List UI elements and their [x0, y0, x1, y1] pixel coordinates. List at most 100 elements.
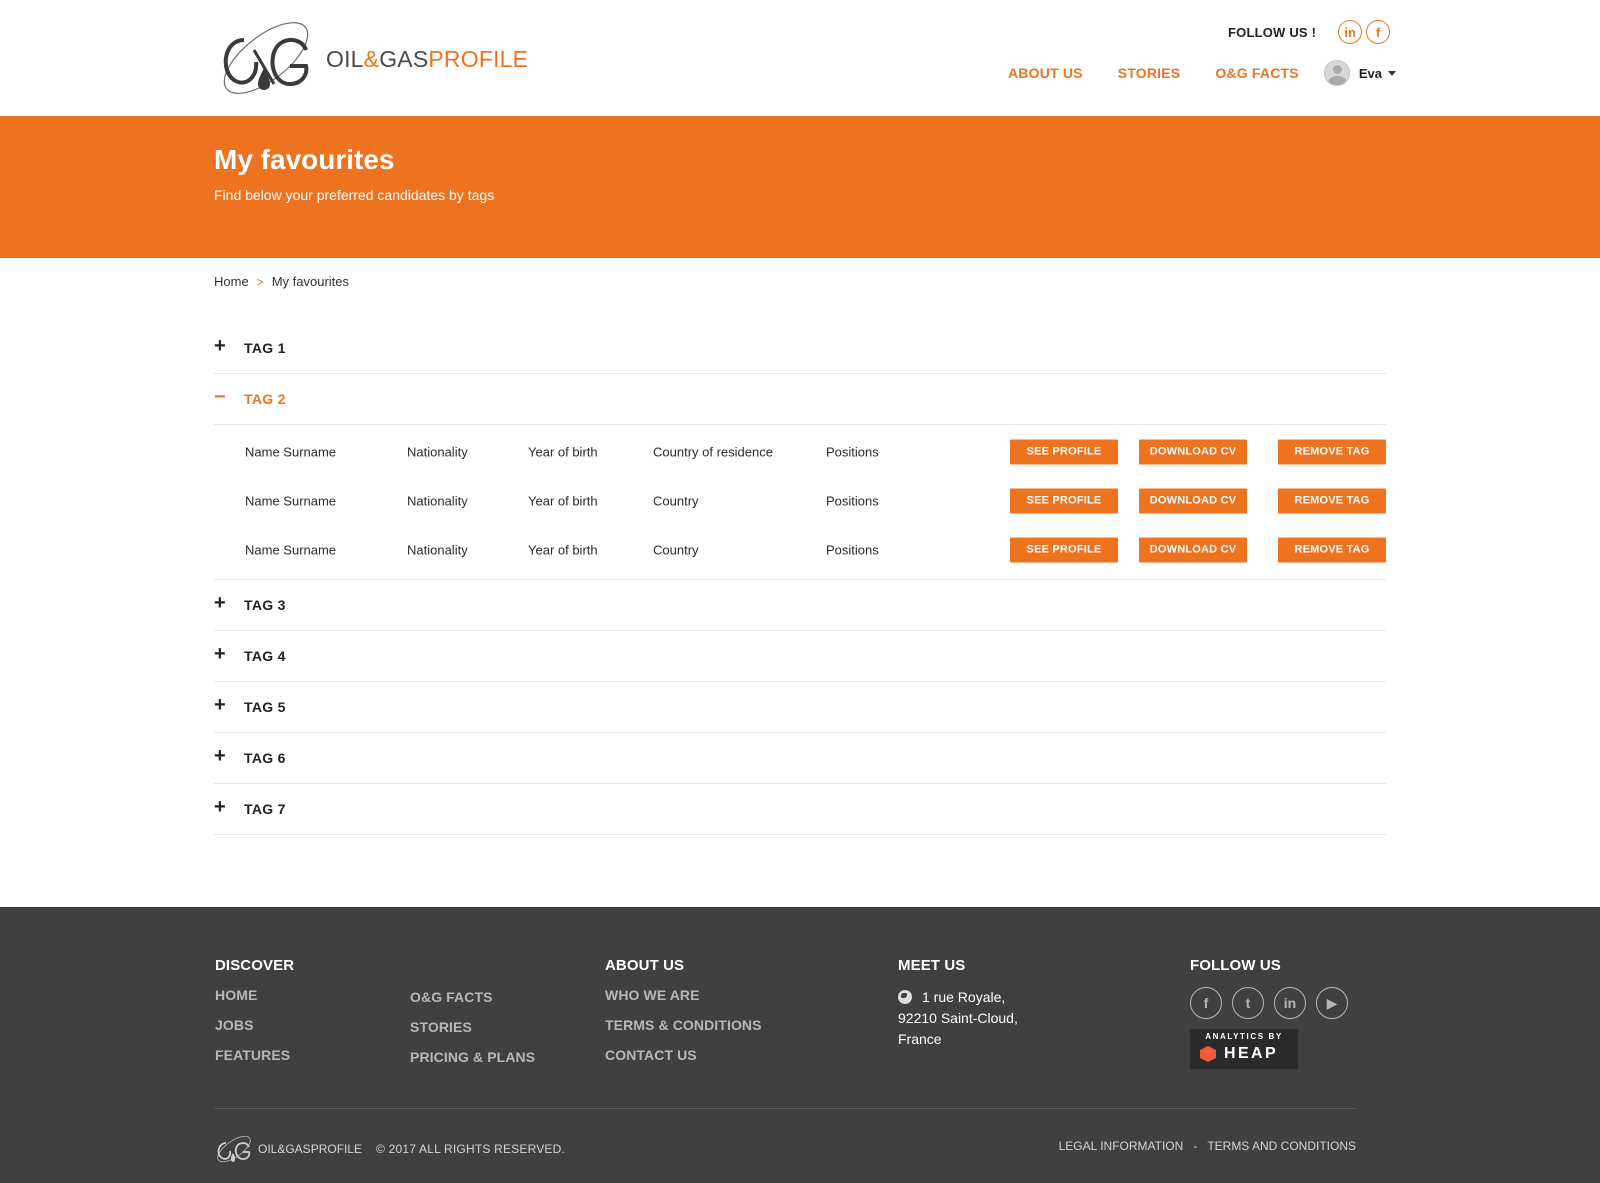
expand-plus-icon[interactable]: + — [214, 335, 244, 358]
candidate-country: Country of residence — [653, 444, 773, 459]
footer-discover: DISCOVER HOME JOBS FEATURES — [215, 957, 294, 1077]
footer-link-features[interactable]: FEATURES — [215, 1047, 294, 1063]
user-menu[interactable]: Eva — [1323, 60, 1396, 86]
footer-heading-about: ABOUT US — [605, 957, 685, 974]
header-follow-us: FOLLOW US ! in f — [1228, 20, 1391, 44]
heap-word: HEAP — [1224, 1045, 1279, 1062]
page-subtitle: Find below your preferred candidates by … — [214, 187, 495, 203]
site-logo[interactable]: OIL&GASPROFILE — [214, 10, 534, 106]
follow-us-label: FOLLOW US ! — [1228, 24, 1317, 40]
remove-tag-button[interactable]: REMOVE TAG — [1278, 488, 1386, 513]
nav-about-us[interactable]: ABOUT US — [1008, 65, 1083, 81]
address-line: France — [898, 1031, 942, 1047]
tag-row-3[interactable]: + TAG 3 — [214, 580, 1386, 631]
terms-and-conditions-link[interactable]: TERMS AND CONDITIONS — [1207, 1139, 1356, 1153]
candidate-nationality: Nationality — [407, 542, 468, 557]
tag-row-7[interactable]: + TAG 7 — [214, 784, 1386, 835]
tag-label: TAG 2 — [244, 391, 286, 407]
caret-down-icon — [1387, 70, 1396, 76]
facebook-icon[interactable]: f — [1366, 20, 1391, 44]
download-cv-button[interactable]: DOWNLOAD CV — [1139, 537, 1247, 562]
heap-logo-icon — [1200, 1046, 1216, 1062]
footer-bottom-left: OIL&GASPROFILE © 2017 ALL RIGHTS RESERVE… — [214, 1133, 565, 1165]
footer-link-stories[interactable]: STORIES — [410, 1019, 535, 1035]
footer-link-contact[interactable]: CONTACT US — [605, 1047, 762, 1063]
candidate-year-of-birth: Year of birth — [528, 542, 598, 557]
tag-row-4[interactable]: + TAG 4 — [214, 631, 1386, 682]
nav-og-facts[interactable]: O&G FACTS — [1215, 65, 1298, 81]
see-profile-button[interactable]: SEE PROFILE — [1010, 488, 1118, 513]
candidate-year-of-birth: Year of birth — [528, 444, 598, 459]
tag-row-1[interactable]: + TAG 1 — [214, 323, 1386, 374]
footer-discover-more: O&G FACTS STORIES PRICING & PLANS — [410, 989, 535, 1079]
remove-tag-button[interactable]: REMOVE TAG — [1278, 537, 1386, 562]
candidate-nationality: Nationality — [407, 444, 468, 459]
footer-link-jobs[interactable]: JOBS — [215, 1017, 294, 1033]
see-profile-button[interactable]: SEE PROFILE — [1010, 439, 1118, 464]
candidate-country: Country — [653, 542, 699, 557]
footer-heading-meet: MEET US — [898, 957, 966, 974]
site-footer: DISCOVER HOME JOBS FEATURES O&G FACTS ST… — [0, 907, 1600, 1183]
logo-wordmark: OIL&GASPROFILE — [326, 45, 529, 72]
address-line: 92210 Saint-Cloud, — [898, 1010, 1018, 1026]
candidate-name: Name Surname — [245, 542, 337, 557]
download-cv-button[interactable]: DOWNLOAD CV — [1139, 488, 1247, 513]
heap-badge-top: ANALYTICS BY — [1205, 1032, 1283, 1041]
tag-2-candidates: Name Surname Nationality Year of birth C… — [214, 425, 1386, 580]
legal-information-link[interactable]: LEGAL INFORMATION — [1059, 1139, 1184, 1153]
remove-tag-button[interactable]: REMOVE TAG — [1278, 439, 1386, 464]
footer-follow: FOLLOW US f t in ▶ ANALYTICS BY HEAP — [1190, 957, 1358, 1069]
tag-label: TAG 7 — [244, 801, 286, 817]
tag-row-6[interactable]: + TAG 6 — [214, 733, 1386, 784]
og-logo-mark — [223, 22, 309, 94]
collapse-minus-icon[interactable]: − — [214, 386, 244, 409]
linkedin-icon[interactable]: in — [1338, 20, 1363, 44]
candidate-row: Name Surname Nationality Year of birth C… — [214, 525, 1386, 574]
footer-link-terms[interactable]: TERMS & CONDITIONS — [605, 1017, 762, 1033]
tag-label: TAG 1 — [244, 340, 286, 356]
nav-stories[interactable]: STORIES — [1118, 65, 1181, 81]
footer-link-og-facts[interactable]: O&G FACTS — [410, 989, 535, 1005]
youtube-icon[interactable]: ▶ — [1316, 987, 1348, 1019]
footer-copyright: © 2017 ALL RIGHTS RESERVED. — [376, 1142, 566, 1156]
user-name: Eva — [1358, 65, 1382, 81]
address-line: 1 rue Royale, — [922, 989, 1006, 1005]
tag-row-5[interactable]: + TAG 5 — [214, 682, 1386, 733]
expand-plus-icon[interactable]: + — [214, 796, 244, 819]
download-cv-button[interactable]: DOWNLOAD CV — [1139, 439, 1247, 464]
footer-social-icons: f t in ▶ — [1190, 987, 1358, 1019]
footer-legal-links: LEGAL INFORMATION - TERMS AND CONDITIONS — [1059, 1139, 1356, 1153]
tag-row-2[interactable]: − TAG 2 — [214, 374, 1386, 425]
expand-plus-icon[interactable]: + — [214, 694, 244, 717]
candidate-nationality: Nationality — [407, 493, 468, 508]
candidate-row: Name Surname Nationality Year of birth C… — [214, 427, 1386, 476]
twitter-icon[interactable]: t — [1232, 987, 1264, 1019]
facebook-icon[interactable]: f — [1190, 987, 1222, 1019]
candidate-country: Country — [653, 493, 699, 508]
see-profile-button[interactable]: SEE PROFILE — [1010, 537, 1118, 562]
expand-plus-icon[interactable]: + — [214, 592, 244, 615]
footer-link-pricing[interactable]: PRICING & PLANS — [410, 1049, 535, 1065]
breadcrumb-home[interactable]: Home — [214, 274, 249, 289]
expand-plus-icon[interactable]: + — [214, 745, 244, 768]
breadcrumb-current: My favourites — [271, 274, 350, 289]
candidate-positions: Positions — [826, 542, 879, 557]
heap-analytics-badge[interactable]: ANALYTICS BY HEAP — [1190, 1029, 1298, 1069]
candidate-positions: Positions — [826, 444, 879, 459]
og-logo-mark-small — [217, 1135, 251, 1163]
candidate-name: Name Surname — [245, 444, 337, 459]
page-title: My favourites — [214, 144, 395, 175]
footer-link-home[interactable]: HOME — [215, 987, 294, 1003]
tag-label: TAG 4 — [244, 648, 286, 664]
tag-label: TAG 3 — [244, 597, 286, 613]
linkedin-icon[interactable]: in — [1274, 987, 1306, 1019]
breadcrumb-separator: > — [256, 274, 264, 289]
footer-logo-text: OIL&GASPROFILE — [258, 1142, 363, 1156]
breadcrumb: Home > My favourites — [214, 274, 349, 289]
expand-plus-icon[interactable]: + — [214, 643, 244, 666]
footer-meet: MEET US 1 rue Royale, 92210 Saint-Cloud,… — [898, 957, 1018, 1050]
footer-link-who-we-are[interactable]: WHO WE ARE — [605, 987, 762, 1003]
footer-divider — [214, 1108, 1356, 1109]
site-header: OIL&GASPROFILE FOLLOW US ! in f ABOUT US… — [0, 0, 1600, 116]
globe-icon — [898, 990, 912, 1004]
